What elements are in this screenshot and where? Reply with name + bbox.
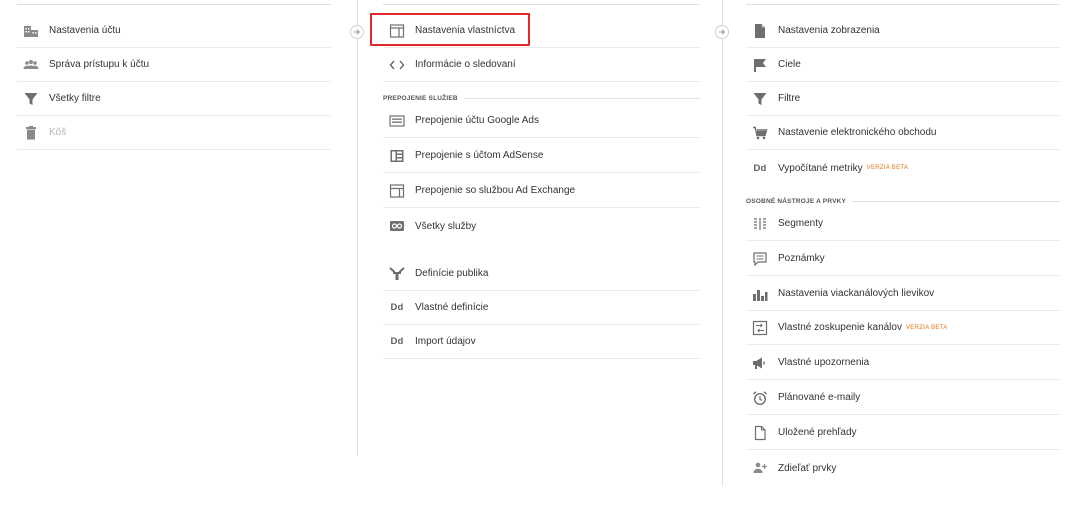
data-import-label: Import údajov (415, 336, 476, 347)
audience-definitions-item[interactable]: Definície publika (383, 257, 700, 291)
segments-icon (752, 216, 768, 232)
megaphone-icon (752, 355, 768, 371)
share-assets-icon (752, 460, 768, 476)
account-settings-item[interactable]: Nastavenia účtu (17, 14, 331, 48)
adsense-icon (389, 148, 405, 164)
custom-channel-grouping-item[interactable]: Vlastné zoskupenie kanálov VERZIA BETA (746, 311, 1060, 345)
dd-icon: Dd (390, 336, 404, 347)
google-ads-icon (389, 113, 405, 129)
channel-grouping-icon (752, 320, 768, 336)
all-products-icon (389, 218, 405, 234)
all-products-item[interactable]: Všetky služby (383, 209, 700, 243)
filters-label: Filtre (778, 93, 801, 104)
flag-icon (752, 57, 768, 73)
bar-chart-icon (752, 286, 768, 302)
ad-exchange-linking-item[interactable]: Prepojenie so službou Ad Exchange (383, 174, 700, 208)
goals-item[interactable]: Ciele (746, 48, 1060, 82)
property-column: Nastavenia vlastníctva Informácie o sled… (383, 0, 700, 370)
custom-channel-grouping-label: Vlastné zoskupenie kanálov (778, 322, 902, 333)
mcf-settings-item[interactable]: Nastavenia viackanálových lievikov (746, 277, 1060, 311)
saved-reports-label: Uložené prehľady (778, 427, 857, 438)
tracking-info-label: Informácie o sledovaní (415, 59, 516, 70)
view-column: Nastavenia zobrazenia Ciele Filtre Nasta… (746, 0, 1060, 500)
arrow-right-circle-icon (350, 25, 364, 39)
personal-tools-section-title: OSOBNÉ NÁSTROJE A PRVKY (746, 196, 1060, 206)
saved-reports-item[interactable]: Uložené prehľady (746, 416, 1060, 450)
ecommerce-settings-item[interactable]: Nastavenie elektronického obchodu (746, 116, 1060, 150)
annotations-label: Poznámky (778, 253, 825, 264)
saved-report-icon (752, 425, 768, 441)
calculated-metrics-label: Vypočítané metriky (778, 162, 863, 174)
view-settings-label: Nastavenia zobrazenia (778, 25, 880, 36)
column-divider-1 (357, 0, 358, 456)
trash-item[interactable]: Kôš (17, 116, 331, 150)
beta-badge: VERZIA BETA (866, 165, 909, 171)
account-settings-label: Nastavenia účtu (49, 25, 121, 36)
all-products-label: Všetky služby (415, 220, 477, 232)
segments-item[interactable]: Segmenty (746, 207, 1060, 241)
ad-exchange-linking-label: Prepojenie so službou Ad Exchange (415, 185, 576, 196)
google-ads-linking-label: Prepojenie účtu Google Ads (415, 115, 539, 126)
property-settings-label: Nastavenia vlastníctva (415, 25, 516, 36)
google-ads-linking-item[interactable]: Prepojenie účtu Google Ads (383, 104, 700, 138)
account-access-management-item[interactable]: Správa prístupu k účtu (17, 48, 331, 82)
all-filters-item[interactable]: Všetky filtre (17, 82, 331, 116)
trash-icon (23, 125, 39, 141)
code-icon (389, 57, 405, 73)
audience-icon (389, 266, 405, 282)
building-icon (23, 23, 39, 39)
custom-definitions-label: Vlastné definície (415, 302, 489, 313)
share-assets-item[interactable]: Zdieľať prvky (746, 451, 1060, 485)
property-icon (389, 23, 405, 39)
users-icon (23, 57, 39, 73)
adsense-linking-label: Prepojenie s účtom AdSense (415, 150, 544, 161)
custom-alerts-item[interactable]: Vlastné upozornenia (746, 346, 1060, 380)
property-settings-item[interactable]: Nastavenia vlastníctva (383, 14, 700, 48)
audience-definitions-label: Definície publika (415, 268, 489, 279)
annotations-item[interactable]: Poznámky (746, 242, 1060, 276)
ecommerce-settings-label: Nastavenie elektronického obchodu (778, 127, 937, 138)
mcf-settings-label: Nastavenia viackanálových lievikov (778, 288, 935, 299)
arrow-right-circle-icon (715, 25, 729, 39)
product-linking-section-title: PREPOJENIE SLUŽIEB (383, 93, 700, 103)
document-icon (752, 23, 768, 39)
ad-exchange-icon (389, 183, 405, 199)
adsense-linking-item[interactable]: Prepojenie s účtom AdSense (383, 139, 700, 173)
dd-icon: Dd (753, 162, 767, 174)
annotations-icon (752, 251, 768, 267)
beta-badge: VERZIA BETA (905, 324, 948, 331)
view-settings-item[interactable]: Nastavenia zobrazenia (746, 14, 1060, 48)
filter-icon (23, 91, 39, 107)
goals-label: Ciele (778, 59, 801, 70)
all-filters-label: Všetky filtre (49, 93, 101, 104)
custom-alerts-label: Vlastné upozornenia (778, 357, 870, 368)
tracking-info-item[interactable]: Informácie o sledovaní (383, 48, 700, 82)
filter-icon (752, 91, 768, 107)
scheduled-emails-item[interactable]: Plánované e-maily (746, 381, 1060, 415)
cart-icon (752, 125, 768, 141)
segments-label: Segmenty (778, 218, 824, 229)
account-access-management-label: Správa prístupu k účtu (49, 59, 150, 70)
trash-label: Kôš (49, 127, 67, 138)
account-column: Nastavenia účtu Správa prístupu k účtu V… (17, 0, 331, 160)
alarm-clock-icon (752, 390, 768, 406)
data-import-item[interactable]: Dd Import údajov (383, 325, 700, 359)
share-assets-label: Zdieľať prvky (778, 462, 837, 474)
dd-icon: Dd (390, 302, 404, 313)
filters-item[interactable]: Filtre (746, 82, 1060, 116)
column-divider-2 (722, 0, 723, 486)
calculated-metrics-item[interactable]: Dd Vypočítané metriky VERZIA BETA (746, 151, 1060, 185)
scheduled-emails-label: Plánované e-maily (778, 392, 861, 403)
custom-definitions-item[interactable]: Dd Vlastné definície (383, 291, 700, 325)
